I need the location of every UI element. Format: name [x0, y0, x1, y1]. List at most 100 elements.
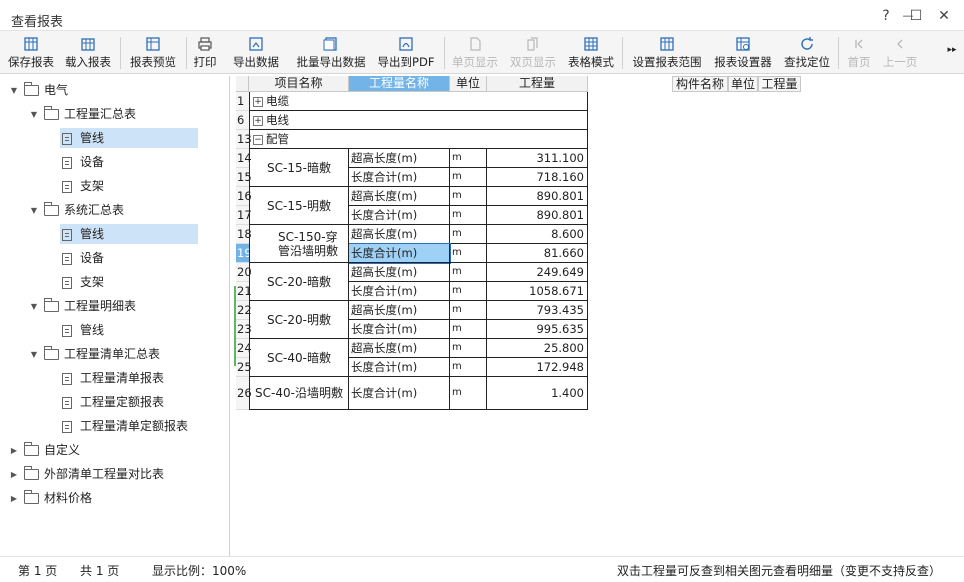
double-page-button[interactable]: 双页显示: [508, 33, 558, 73]
item-name-cell[interactable]: SC-20-暗敷: [249, 263, 349, 301]
tree-leaf-bill-quota-report[interactable]: 工程量清单定额报表: [60, 416, 188, 436]
quantity-cell[interactable]: 995.635: [487, 320, 588, 339]
help-icon[interactable]: ?: [876, 8, 896, 24]
unit-cell: m: [450, 149, 487, 168]
tree-node-quantity-detail[interactable]: ▼ 工程量明细表: [28, 296, 136, 316]
expand-arrow-icon[interactable]: ▼: [28, 297, 40, 317]
item-name-cell[interactable]: SC-40-沿墙明敷: [249, 377, 349, 410]
quantity-name-cell[interactable]: 超高长度(m): [349, 263, 450, 282]
column-header-unit[interactable]: 单位: [450, 76, 487, 92]
quantity-name-cell[interactable]: 长度合计(m): [349, 206, 450, 225]
expand-arrow-icon[interactable]: ▼: [28, 345, 40, 365]
group-row[interactable]: + 电缆: [249, 92, 588, 111]
expand-plus-icon[interactable]: +: [253, 96, 263, 107]
toolbar-overflow-button[interactable]: ▸▸: [944, 45, 960, 85]
quantity-name-cell[interactable]: 长度合计(m): [349, 358, 450, 377]
row-number: 18: [236, 225, 252, 244]
quantity-cell[interactable]: 890.801: [487, 206, 588, 225]
collapse-arrow-icon[interactable]: ▶: [8, 441, 20, 461]
batch-export-button[interactable]: 批量导出数据: [294, 33, 368, 73]
quantity-name-cell[interactable]: 长度合计(m): [349, 320, 450, 339]
quantity-name-cell[interactable]: 长度合计(m): [349, 282, 450, 301]
quantity-name-cell[interactable]: 长度合计(m): [348, 243, 451, 264]
quantity-cell[interactable]: 311.100: [487, 149, 588, 168]
maximize-icon[interactable]: ☐: [906, 8, 926, 24]
tree-node-electrical[interactable]: ▼ 电气: [8, 80, 68, 100]
status-hint: 双击工程量可反查到相关图元查看明细量（变更不支持反查）: [617, 564, 942, 578]
load-report-button[interactable]: 载入报表: [62, 33, 114, 73]
report-doc-icon: [62, 156, 72, 169]
export-data-button[interactable]: 导出数据: [230, 33, 282, 73]
quantity-name-cell[interactable]: 超高长度(m): [349, 225, 450, 244]
column-header-quantity[interactable]: 工程量: [487, 76, 588, 92]
quantity-name-cell[interactable]: 超高长度(m): [349, 187, 450, 206]
tree-leaf-bill-report[interactable]: 工程量清单报表: [60, 368, 164, 388]
quantity-name-cell[interactable]: 超高长度(m): [349, 339, 450, 358]
unit-cell: m: [450, 339, 487, 358]
print-button[interactable]: 打印: [190, 33, 220, 73]
tree-leaf-bracket[interactable]: 支架: [60, 176, 104, 196]
collapse-arrow-icon[interactable]: ▶: [8, 489, 20, 509]
expand-arrow-icon[interactable]: ▼: [28, 105, 40, 125]
tree-leaf-pipeline[interactable]: 管线: [60, 224, 198, 244]
item-name-cell[interactable]: SC-15-暗敷: [249, 149, 349, 187]
export-data-icon: [249, 37, 263, 51]
tree-node-external-compare[interactable]: ▶ 外部清单工程量对比表: [8, 464, 164, 484]
component-header-quantity[interactable]: 工程量: [758, 76, 801, 92]
export-pdf-button[interactable]: 导出到PDF: [374, 33, 438, 73]
tree-leaf-equipment[interactable]: 设备: [60, 152, 104, 172]
find-locate-button[interactable]: 查找定位: [782, 33, 832, 73]
item-name-cell[interactable]: SC-150-穿管沿墙明敷: [249, 225, 349, 263]
expand-arrow-icon[interactable]: ▼: [28, 201, 40, 221]
collapse-arrow-icon[interactable]: ▶: [8, 465, 20, 485]
quantity-cell[interactable]: 1058.671: [487, 282, 588, 301]
folder-icon: [24, 82, 39, 96]
tree-node-quantity-summary[interactable]: ▼ 工程量汇总表: [28, 104, 136, 124]
quantity-name-cell[interactable]: 长度合计(m): [349, 377, 450, 410]
quantity-cell[interactable]: 1.400: [487, 377, 588, 410]
quantity-name-cell[interactable]: 超高长度(m): [349, 149, 450, 168]
quantity-cell[interactable]: 249.649: [487, 263, 588, 282]
tree-node-bill-summary[interactable]: ▼ 工程量清单汇总表: [28, 344, 160, 364]
component-header-unit[interactable]: 单位: [728, 76, 758, 92]
tree-leaf-pipeline[interactable]: 管线: [60, 128, 198, 148]
quantity-cell[interactable]: 172.948: [487, 358, 588, 377]
tree-leaf-quota-report[interactable]: 工程量定额报表: [60, 392, 164, 412]
tree-leaf-pipeline[interactable]: 管线: [60, 320, 104, 340]
column-header-quantity-name[interactable]: 工程量名称: [349, 76, 450, 92]
quantity-cell[interactable]: 81.660: [487, 244, 588, 263]
close-icon[interactable]: ✕: [934, 8, 954, 24]
group-row[interactable]: − 配管: [249, 130, 588, 149]
item-name-cell[interactable]: SC-40-暗敷: [249, 339, 349, 377]
collapse-minus-icon[interactable]: −: [253, 134, 263, 145]
expand-plus-icon[interactable]: +: [253, 115, 263, 126]
quantity-cell[interactable]: 25.800: [487, 339, 588, 358]
tree-node-custom[interactable]: ▶ 自定义: [8, 440, 80, 460]
component-header-name[interactable]: 构件名称: [672, 76, 728, 92]
tree-leaf-bracket[interactable]: 支架: [60, 272, 104, 292]
quantity-name-cell[interactable]: 长度合计(m): [349, 168, 450, 187]
row-number: 15: [236, 168, 252, 187]
quantity-cell[interactable]: 8.600: [487, 225, 588, 244]
item-name-cell[interactable]: SC-15-明敷: [249, 187, 349, 225]
table-mode-button[interactable]: 表格模式: [566, 33, 616, 73]
quantity-cell[interactable]: 793.435: [487, 301, 588, 320]
tree-leaf-equipment[interactable]: 设备: [60, 248, 104, 268]
save-report-button[interactable]: 保存报表: [6, 33, 56, 73]
group-row[interactable]: + 电线: [249, 111, 588, 130]
tree-node-material-price[interactable]: ▶ 材料价格: [8, 488, 92, 508]
prev-page-button[interactable]: 上一页: [880, 33, 920, 73]
item-name-cell[interactable]: SC-20-明敷: [249, 301, 349, 339]
preview-report-button[interactable]: 报表预览: [126, 33, 180, 73]
single-page-button[interactable]: 单页显示: [450, 33, 500, 73]
tree-node-system-summary[interactable]: ▼ 系统汇总表: [28, 200, 124, 220]
expand-arrow-icon[interactable]: ▼: [8, 81, 20, 101]
column-header-item-name[interactable]: 项目名称: [249, 76, 349, 92]
quantity-cell[interactable]: 718.160: [487, 168, 588, 187]
report-doc-icon: [62, 180, 72, 193]
quantity-name-cell[interactable]: 超高长度(m): [349, 301, 450, 320]
report-settings-button[interactable]: 报表设置器: [712, 33, 774, 73]
quantity-cell[interactable]: 890.801: [487, 187, 588, 206]
set-range-button[interactable]: 设置报表范围: [630, 33, 704, 73]
first-page-button[interactable]: 首页: [844, 33, 874, 73]
